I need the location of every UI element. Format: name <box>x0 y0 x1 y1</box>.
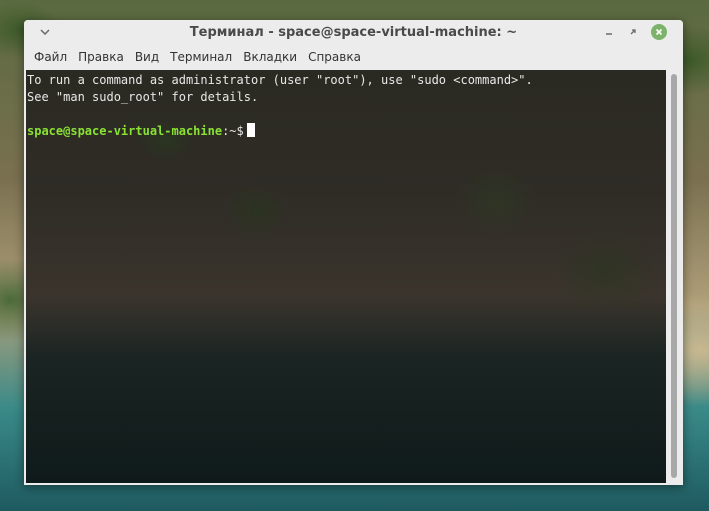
close-icon[interactable] <box>651 24 667 40</box>
prompt-suffix: :~$ <box>222 124 244 138</box>
maximize-icon[interactable] <box>625 24 641 40</box>
menu-terminal[interactable]: Терминал <box>170 50 240 64</box>
minimize-icon[interactable] <box>601 24 617 40</box>
menu-file[interactable]: Файл <box>34 50 75 64</box>
menu-view[interactable]: Вид <box>135 50 167 64</box>
menu-edit[interactable]: Правка <box>78 50 132 64</box>
terminal-window: Терминал - space@space-virtual-machine: … <box>24 20 683 485</box>
menu-help[interactable]: Справка <box>308 50 369 64</box>
vertical-scrollbar[interactable] <box>668 70 681 483</box>
menu-tabs[interactable]: Вкладки <box>243 50 305 64</box>
terminal-line: To run a command as administrator (user … <box>27 73 533 87</box>
menu-bar: Файл Правка Вид Терминал Вкладки Справка <box>24 44 683 69</box>
window-title: Терминал - space@space-virtual-machine: … <box>189 25 518 40</box>
scrollbar-thumb[interactable] <box>671 74 677 478</box>
text-cursor <box>246 123 255 137</box>
prompt-user-host: space@space-virtual-machine <box>27 124 223 138</box>
prompt-line: space@space-virtual-machine:~$ <box>27 123 666 140</box>
terminal-output[interactable]: To run a command as administrator (user … <box>26 70 666 483</box>
title-bar[interactable]: Терминал - space@space-virtual-machine: … <box>24 20 683 44</box>
terminal-line: See "man sudo_root" for details. <box>27 90 259 104</box>
